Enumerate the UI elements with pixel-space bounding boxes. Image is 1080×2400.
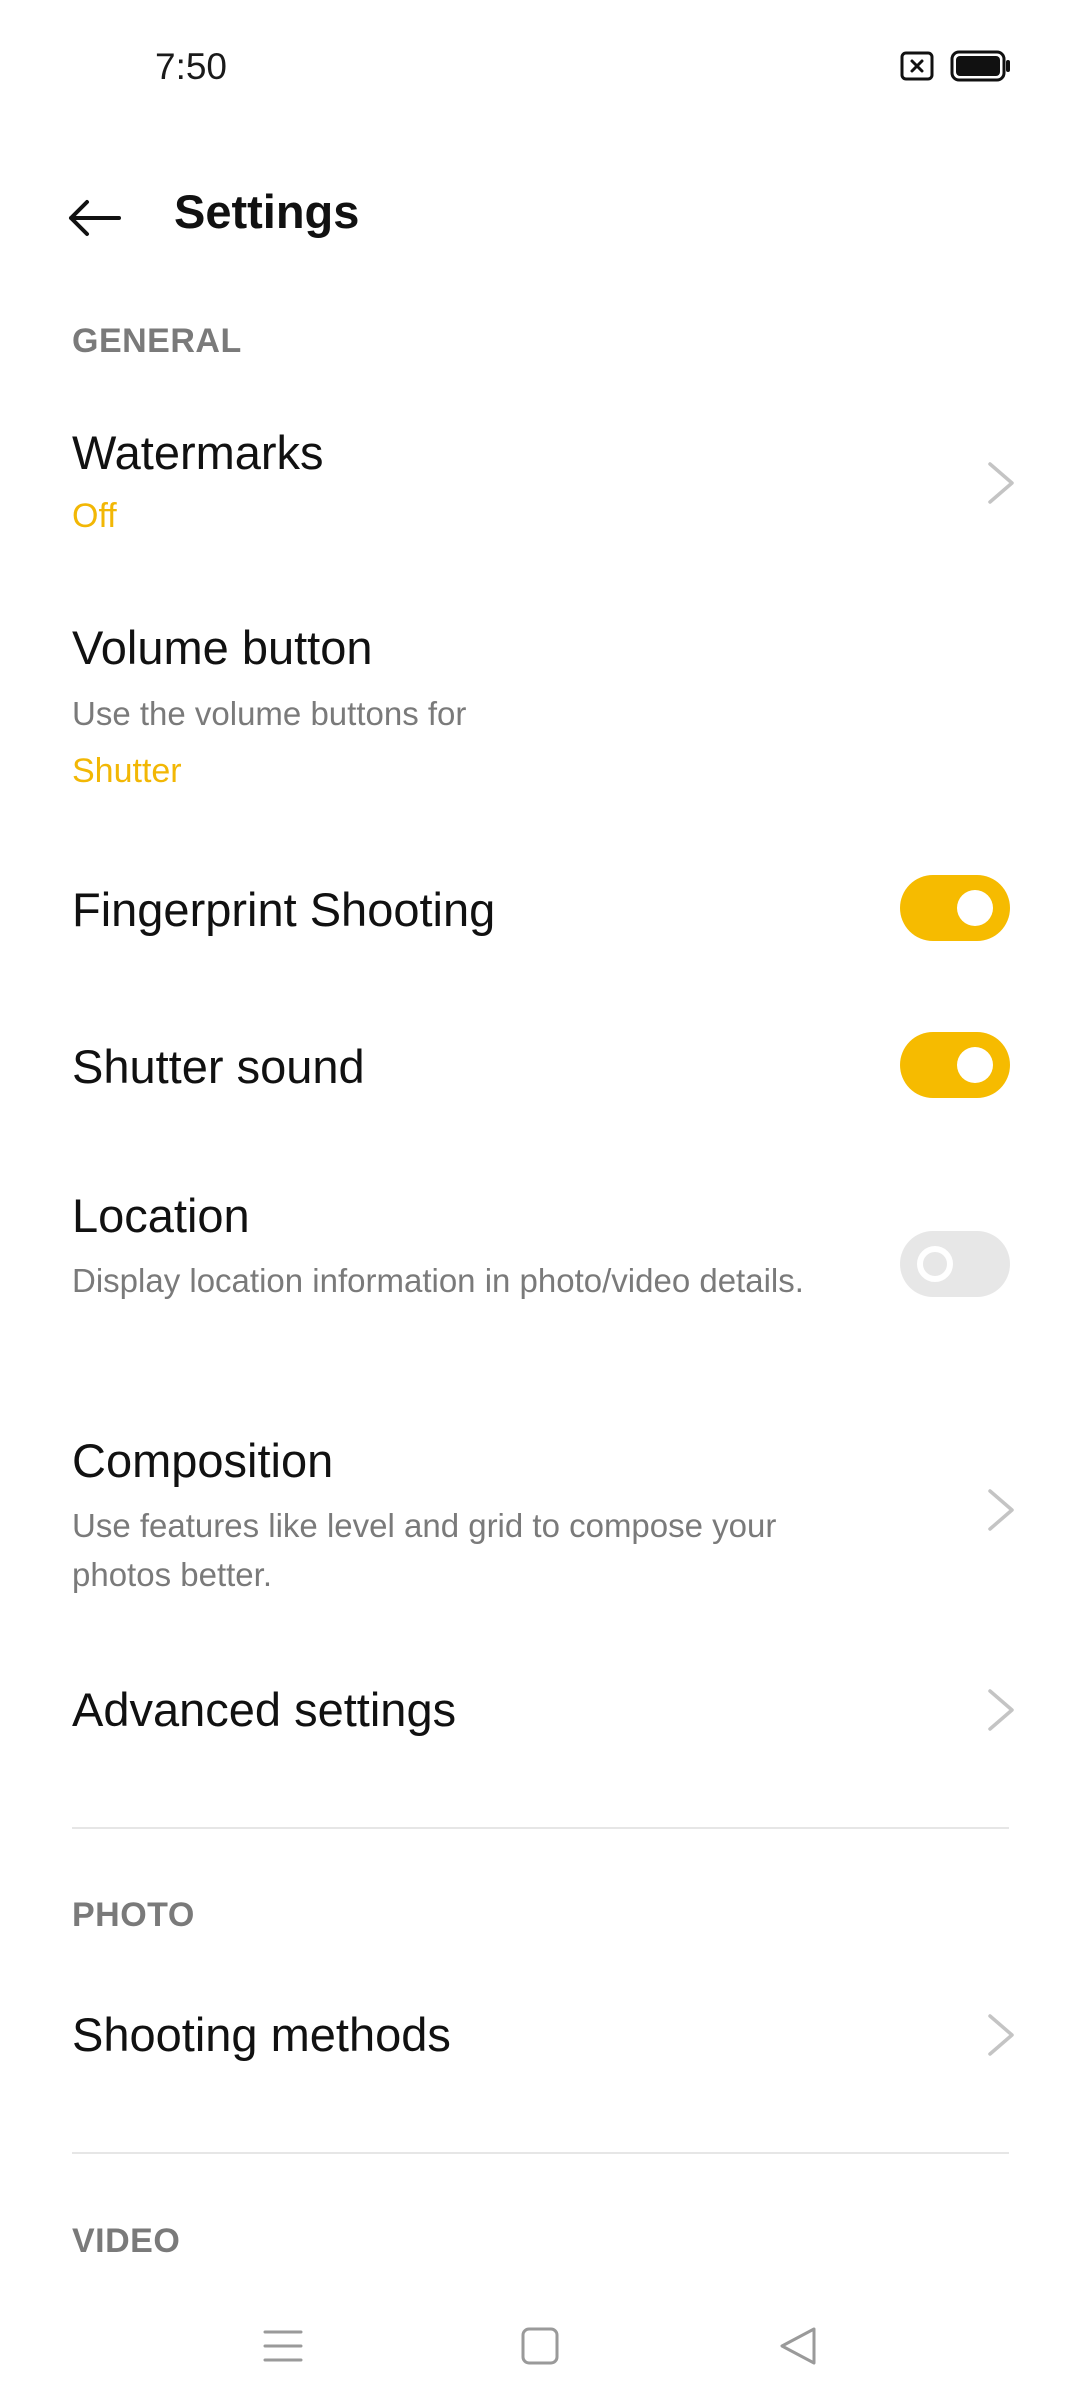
chevron-right-icon (988, 2014, 1014, 2056)
volume-button-title: Volume button (72, 621, 373, 674)
shutter-sound-toggle[interactable] (900, 1032, 1010, 1098)
section-header-video: VIDEO (72, 2222, 181, 2260)
navigation-bar (0, 2290, 1080, 2400)
watermarks-title: Watermarks (72, 426, 324, 479)
battery-full-icon (950, 50, 1010, 82)
chevron-right-icon (988, 1689, 1014, 1731)
shutter-sound-title: Shutter sound (72, 1040, 365, 1093)
chevron-right-icon (988, 462, 1014, 504)
home-button[interactable] (500, 2310, 580, 2382)
menu-icon (263, 2330, 303, 2362)
location-toggle[interactable] (900, 1231, 1010, 1297)
fingerprint-shooting-toggle[interactable] (900, 875, 1010, 941)
page-title: Settings (174, 185, 360, 238)
advanced-settings-row[interactable]: Advanced settings (0, 1660, 1080, 1760)
shutter-sound-row[interactable]: Shutter sound (0, 1017, 1080, 1117)
watermarks-value: Off (72, 497, 117, 535)
toggle-knob (917, 1246, 953, 1282)
back-nav-button[interactable] (758, 2310, 838, 2382)
section-header-general: GENERAL (72, 322, 242, 360)
volume-button-row[interactable]: Volume button Use the volume buttons for… (0, 605, 1080, 805)
location-title: Location (72, 1189, 250, 1242)
watermarks-row[interactable]: Watermarks Off (0, 405, 1080, 565)
location-row[interactable]: Location Display location information in… (0, 1180, 1080, 1360)
menu-button[interactable] (243, 2310, 323, 2382)
back-button[interactable] (52, 182, 136, 254)
volume-button-subtitle: Use the volume buttons for (72, 695, 467, 732)
section-divider (72, 2152, 1009, 2154)
fingerprint-shooting-row[interactable]: Fingerprint Shooting (0, 860, 1080, 960)
composition-row[interactable]: Composition Use features like level and … (0, 1425, 1080, 1605)
status-bar: 7:50 (0, 0, 1080, 140)
status-time: 7:50 (155, 46, 228, 87)
arrow-left-icon (69, 200, 121, 236)
composition-title: Composition (72, 1434, 334, 1487)
status-icons (900, 50, 1012, 82)
section-divider (72, 1827, 1009, 1829)
section-header-photo: PHOTO (72, 1896, 195, 1934)
location-subtitle: Display location information in photo/vi… (72, 1262, 804, 1299)
sim-card-x-icon (900, 51, 934, 81)
camera-settings-screen: 7:50 Settings GENERAL Watermarks Off Vol… (0, 0, 1080, 2400)
toggle-knob (957, 890, 993, 926)
volume-button-value: Shutter (72, 752, 182, 790)
shooting-methods-title: Shooting methods (72, 2008, 451, 2061)
app-header: Settings (0, 160, 1080, 270)
toggle-knob (957, 1047, 993, 1083)
chevron-right-icon (988, 1489, 1014, 1531)
advanced-settings-title: Advanced settings (72, 1683, 457, 1736)
shooting-methods-row[interactable]: Shooting methods (0, 1985, 1080, 2085)
home-square-icon (521, 2327, 559, 2365)
fingerprint-shooting-title: Fingerprint Shooting (72, 883, 496, 936)
back-triangle-icon (780, 2327, 816, 2365)
composition-subtitle: Use features like level and grid to comp… (72, 1507, 777, 1593)
